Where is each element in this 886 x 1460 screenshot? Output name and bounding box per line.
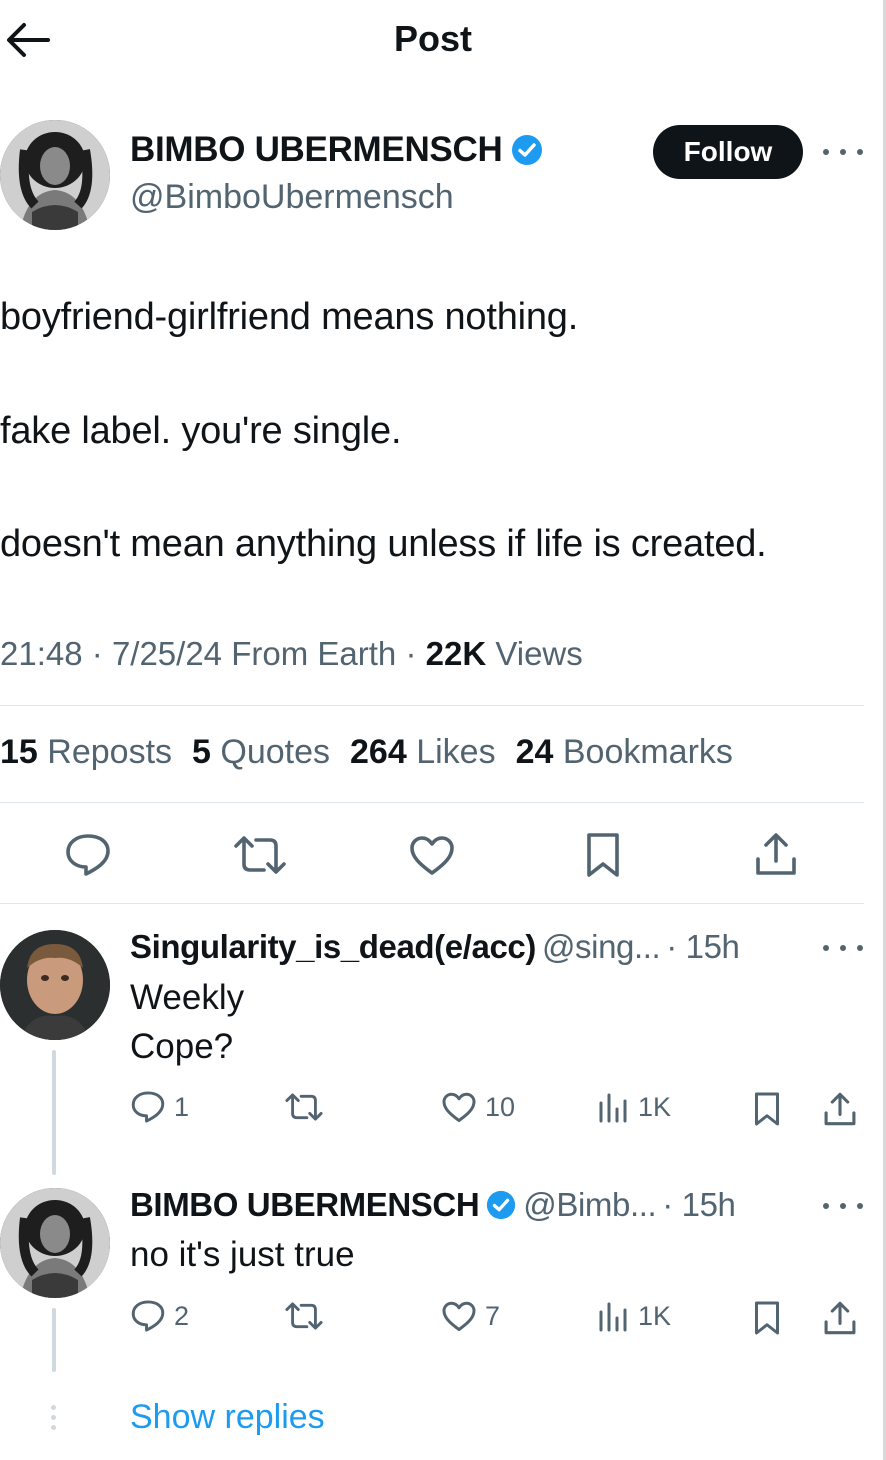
reply-share-button[interactable]	[823, 1300, 857, 1336]
quotes-label: Quotes	[220, 733, 331, 771]
more-options-icon[interactable]	[823, 1196, 863, 1216]
bookmark-icon	[755, 1301, 779, 1335]
divider	[0, 903, 864, 904]
quotes-count: 5	[192, 733, 211, 771]
reply-time[interactable]: · 15h	[662, 1186, 736, 1224]
repost-icon	[285, 1302, 323, 1330]
views-count: 22K	[425, 635, 487, 672]
reposts-label: Reposts	[47, 733, 173, 771]
heart-icon	[410, 836, 454, 875]
reply-time[interactable]: · 15h	[666, 928, 740, 966]
likes-label: Likes	[416, 733, 496, 771]
bookmark-button[interactable]	[584, 831, 622, 879]
likes-count: 264	[350, 733, 407, 771]
more-options-icon[interactable]	[823, 142, 863, 162]
view-count: 1K	[638, 1300, 672, 1331]
thread-line	[52, 1308, 56, 1372]
reply-share-button[interactable]	[823, 1091, 857, 1127]
reply-bookmark-button[interactable]	[752, 1091, 782, 1127]
divider	[0, 802, 864, 803]
post-location: From Earth	[231, 635, 397, 672]
bookmark-icon	[755, 1092, 779, 1126]
bookmark-icon	[587, 833, 619, 877]
repost-button[interactable]	[232, 834, 288, 876]
share-icon	[824, 1301, 856, 1335]
page-title: Post	[393, 18, 472, 59]
reply-author-name[interactable]: BIMBO UBERMENSCH	[130, 1186, 480, 1224]
reply-reply-button[interactable]: 1	[130, 1090, 189, 1124]
like-count: 10	[485, 1091, 516, 1122]
reply-header: Singularity_is_dead(e/acc) @sing... · 15…	[130, 928, 740, 966]
thread-line	[52, 1050, 56, 1175]
reply-header: BIMBO UBERMENSCH @Bimb... · 15h	[130, 1186, 736, 1224]
verified-badge-icon	[512, 135, 543, 165]
likes-stat[interactable]: 264 Likes	[350, 733, 496, 772]
reposts-count: 15	[0, 733, 38, 771]
like-button[interactable]	[408, 834, 456, 876]
reply-text-line: no it's just true	[130, 1235, 355, 1274]
reply-count: 1	[174, 1091, 190, 1122]
views-label: Views	[495, 635, 583, 672]
quotes-stat[interactable]: 5 Quotes	[192, 733, 330, 772]
reply-repost-button[interactable]	[284, 1301, 324, 1331]
reposts-stat[interactable]: 15 Reposts	[0, 733, 172, 772]
reply-icon	[66, 834, 110, 876]
reply-views-button[interactable]: 1K	[598, 1300, 671, 1332]
reply-text-line: Weekly	[130, 978, 245, 1017]
reply-like-button[interactable]: 10	[441, 1091, 515, 1123]
author-name[interactable]: BIMBO UBERMENSCH	[130, 130, 544, 170]
verified-badge-icon	[487, 1190, 516, 1220]
reply-views-button[interactable]: 1K	[598, 1091, 671, 1123]
post-stats: 15 Reposts 5 Quotes 264 Likes 24 Bookmar…	[0, 733, 733, 772]
reply-avatar[interactable]	[0, 930, 110, 1040]
bookmarks-stat[interactable]: 24 Bookmarks	[516, 733, 733, 772]
divider	[0, 705, 864, 706]
author-avatar[interactable]	[0, 120, 110, 230]
reply-author-handle[interactable]: @sing...	[542, 928, 661, 966]
meta-separator: ·	[405, 635, 417, 672]
post-time[interactable]: 21:48	[0, 635, 83, 672]
heart-icon	[442, 1301, 476, 1331]
post-text-line: doesn't mean anything unless if life is …	[0, 523, 767, 565]
thread-continuation-dots	[51, 1405, 56, 1430]
heart-icon	[442, 1092, 476, 1122]
more-options-icon[interactable]	[823, 938, 863, 958]
views-chart-icon	[599, 1302, 627, 1332]
bookmarks-count: 24	[515, 733, 554, 771]
reply-author-name[interactable]: Singularity_is_dead(e/acc)	[130, 928, 536, 966]
follow-button[interactable]: Follow	[653, 125, 803, 179]
post-text-line: boyfriend-girlfriend means nothing.	[0, 296, 579, 338]
reply-like-button[interactable]: 7	[441, 1300, 500, 1332]
post-date[interactable]: 7/25/24	[112, 635, 222, 672]
reply-icon	[131, 1300, 165, 1332]
share-button[interactable]	[754, 831, 798, 877]
reply-icon	[131, 1091, 165, 1123]
reply-bookmark-button[interactable]	[752, 1300, 782, 1336]
author-handle[interactable]: @BimboUbermensch	[130, 178, 454, 217]
share-icon	[824, 1092, 856, 1126]
share-icon	[756, 833, 796, 875]
view-count: 1K	[638, 1091, 672, 1122]
reply-text-line: Cope?	[130, 1027, 234, 1066]
post-meta: 21:48 · 7/25/24 From Earth · 22K Views	[0, 635, 583, 673]
repost-icon	[234, 836, 286, 874]
repost-icon	[285, 1093, 323, 1121]
reply-author-handle[interactable]: @Bimb...	[523, 1186, 656, 1224]
reply-count: 2	[174, 1300, 190, 1331]
reply-repost-button[interactable]	[284, 1092, 324, 1122]
reply-button[interactable]	[64, 832, 112, 878]
show-replies-link[interactable]: Show replies	[130, 1398, 325, 1437]
like-count: 7	[485, 1300, 501, 1331]
views-chart-icon	[599, 1093, 627, 1123]
reply-avatar[interactable]	[0, 1188, 110, 1298]
meta-separator: ·	[91, 635, 103, 672]
reply-reply-button[interactable]: 2	[130, 1299, 189, 1333]
bookmarks-label: Bookmarks	[562, 733, 733, 771]
author-name-text: BIMBO UBERMENSCH	[130, 130, 503, 169]
post-text-line: fake label. you're single.	[0, 410, 402, 452]
